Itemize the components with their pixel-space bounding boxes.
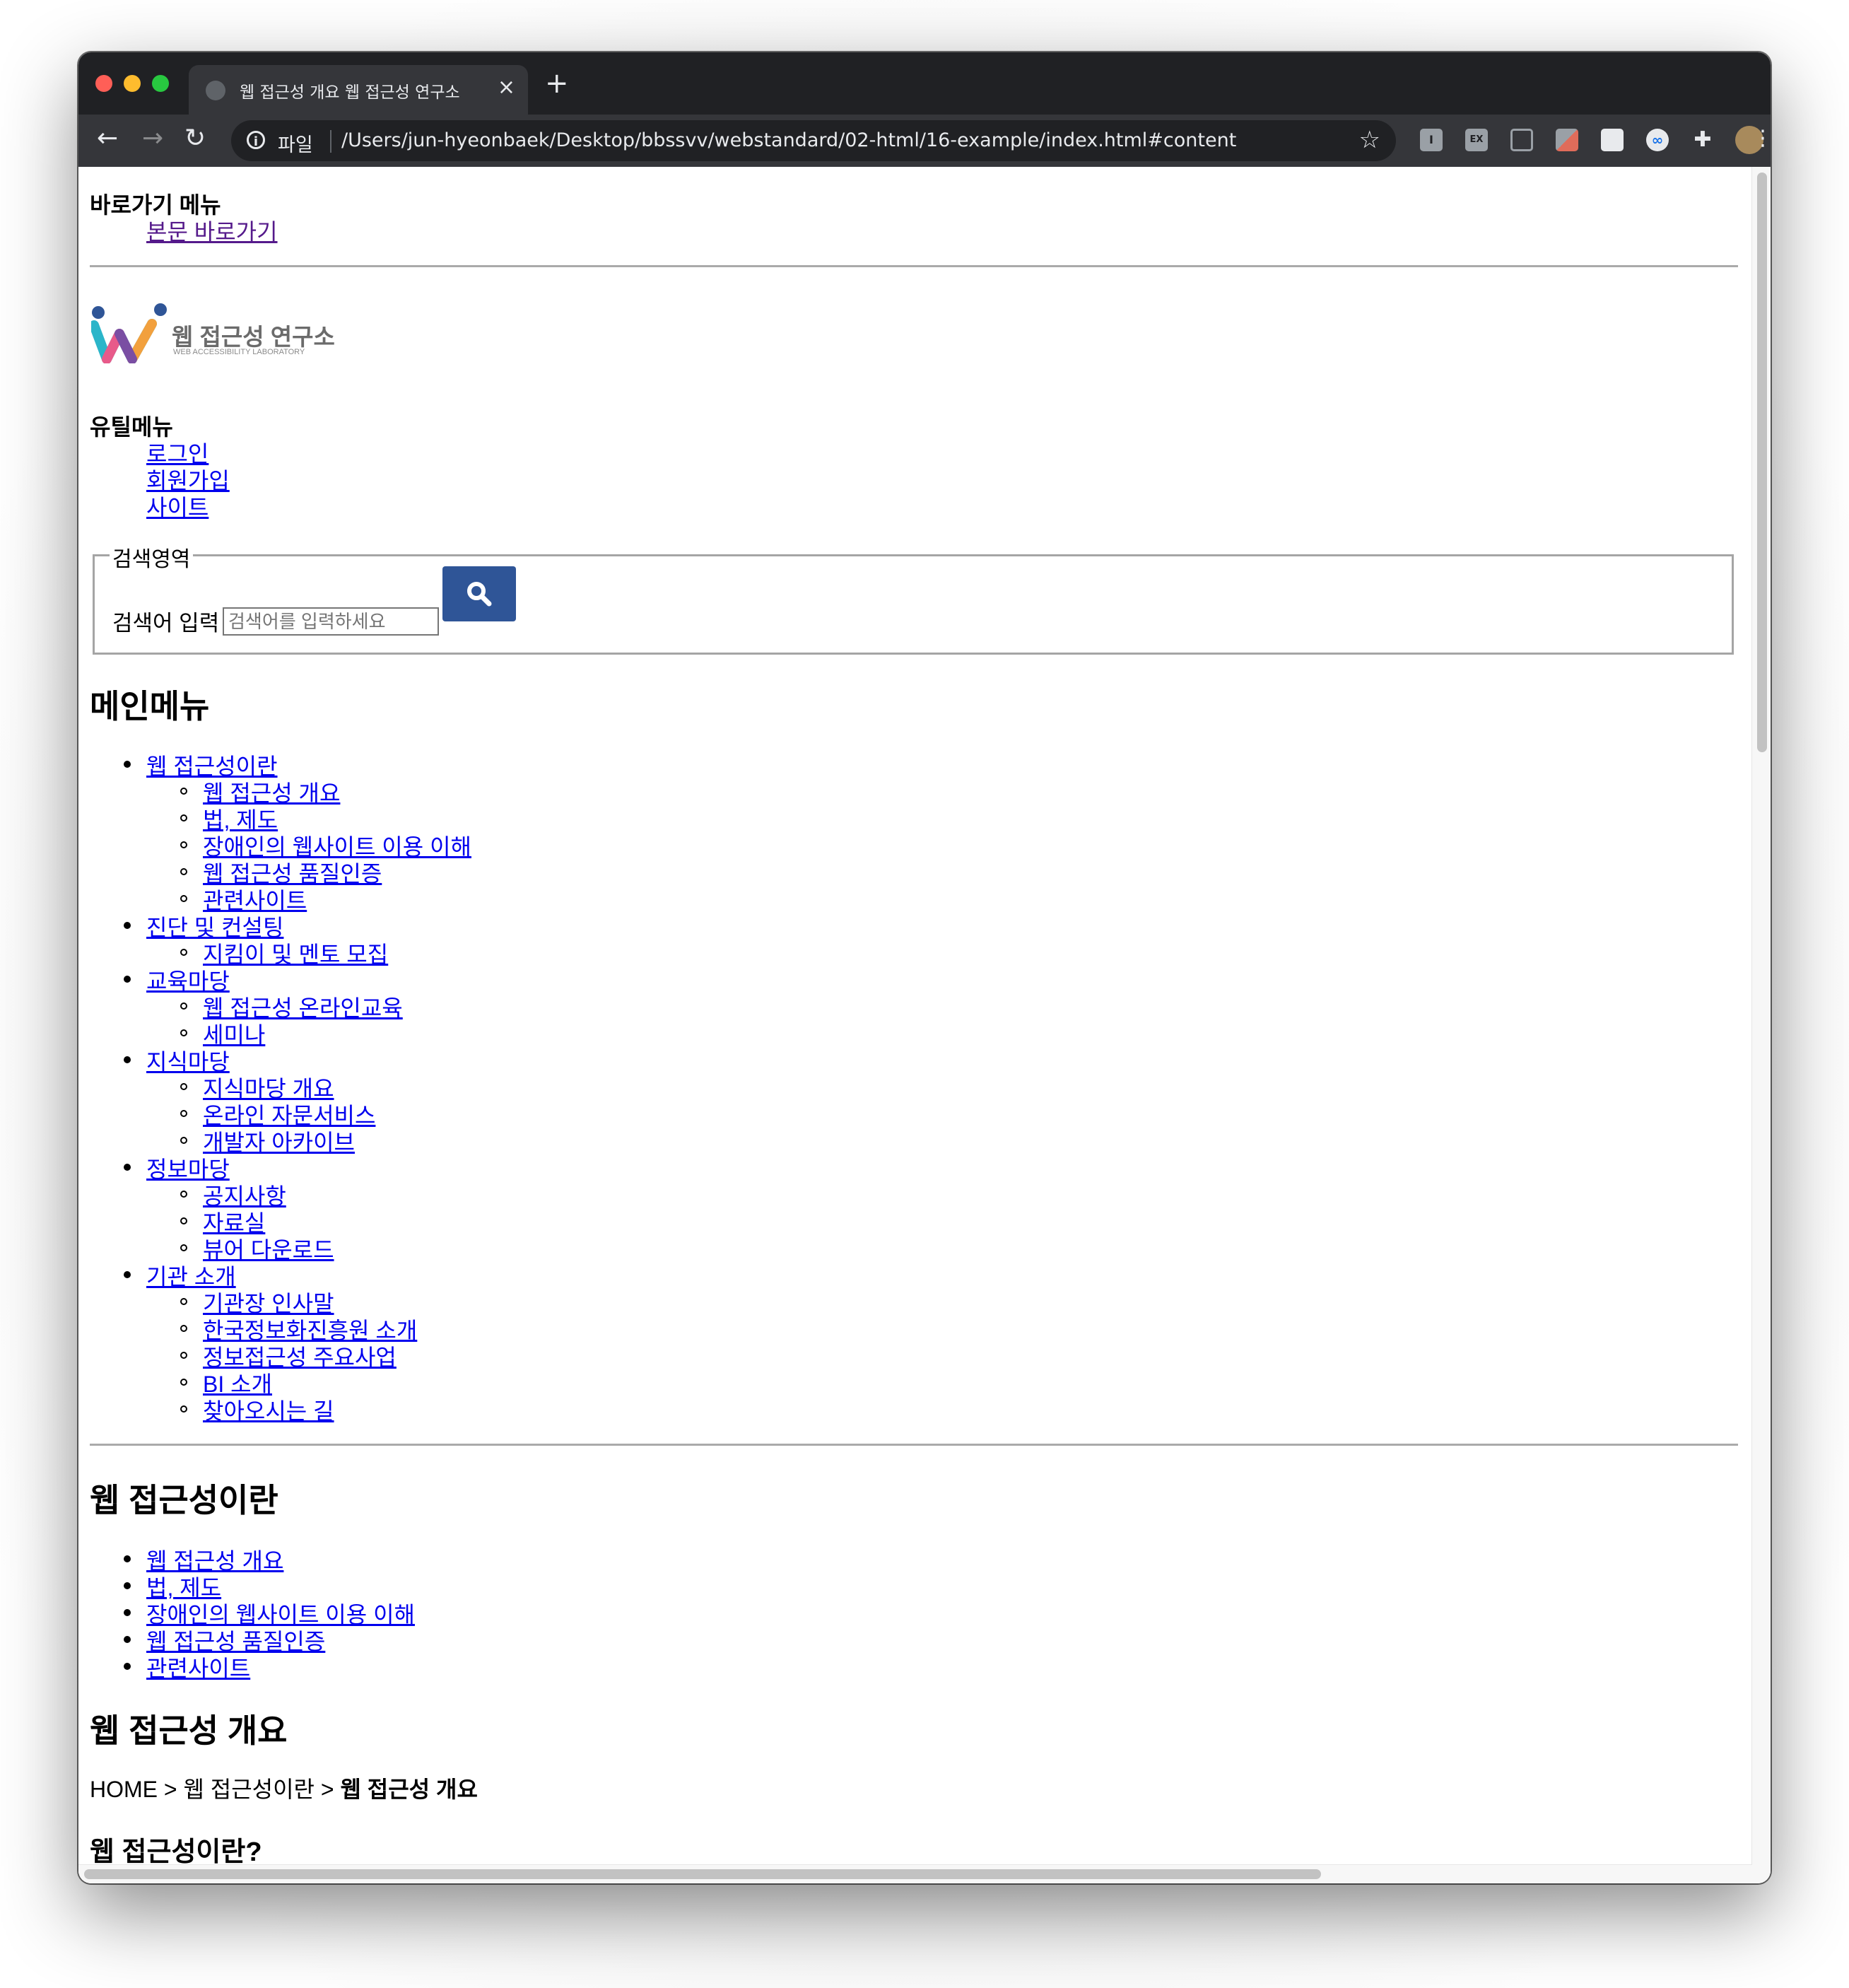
bullet-circle [180,1029,187,1036]
extension-screen-icon[interactable] [1601,129,1624,151]
forward-arrow-icon[interactable]: → [142,124,163,153]
bullet-circle [180,1325,187,1332]
vertical-scrollbar[interactable] [1751,167,1771,1883]
bullet [124,1609,131,1616]
search-button[interactable] [442,566,516,621]
logo-english-text: WEB ACCESSIBILITY LABORATORY [173,348,305,356]
back-arrow-icon[interactable]: ← [97,124,118,153]
search-legend: 검색영역 [110,542,194,573]
omnibox-divider [330,130,331,153]
extension-i-icon[interactable]: I [1420,129,1443,151]
bullet [124,1555,131,1562]
submenu-item[interactable]: 지킴이 및 멘토 모집 [203,937,388,969]
submenu-item[interactable]: 찾아오시는 길 [203,1393,334,1426]
close-tab-icon[interactable]: × [498,75,515,100]
breadcrumb: HOME > 웹 접근성이란 > 웹 접근성 개요 [90,1772,478,1804]
divider [90,265,1738,267]
bullet [124,1582,131,1589]
site-logo[interactable]: 웹 접근성 연구소 WEB ACCESSIBILITY LABORATORY [91,303,335,366]
reload-icon[interactable]: ↻ [184,124,206,153]
tab-active[interactable]: 웹 접근성 개요 웹 접근성 연구소 × [189,65,528,115]
globe-icon [206,81,225,100]
extension-infinity-icon[interactable]: ∞ [1646,129,1669,151]
search-icon [467,582,492,607]
bullet-circle [180,1002,187,1010]
bullet [124,976,131,983]
page-viewport: 바로가기 메뉴 본문 바로가기 웹 접근성 연구소 WEB ACCESSIBIL… [78,167,1771,1883]
bullet-circle [180,1244,187,1251]
logo-korean-text: 웹 접근성 연구소 [172,324,335,350]
divider [90,1444,1738,1446]
tab-title: 웹 접근성 개요 웹 접근성 연구소 [240,83,460,102]
logo-w-icon [91,303,167,363]
extension-palette-icon[interactable] [1556,129,1578,151]
minimize-window-button[interactable] [124,75,141,92]
bookmark-star-icon[interactable]: ☆ [1359,126,1380,154]
breadcrumb-separator: > [320,1777,334,1802]
breadcrumb-separator: > [163,1777,177,1802]
bullet-circle [180,1191,187,1198]
extensions-puzzle-icon[interactable]: ✚ [1691,129,1714,151]
bullet [124,1636,131,1643]
sub-menu-heading: 웹 접근성이란 [90,1482,278,1519]
bullet-circle [180,1137,187,1144]
breadcrumb-section: 웹 접근성이란 [183,1777,315,1802]
bullet-circle [180,1298,187,1305]
address-toolbar: ← → ↻ i 파일 /Users/jun-hyeonbaek/Desktop/… [78,115,1771,167]
bullet-circle [180,895,187,902]
util-link-site[interactable]: 사이트 [146,490,209,522]
sub-menu-link[interactable]: 관련사이트 [146,1651,250,1683]
breadcrumb-current: 웹 접근성 개요 [340,1777,478,1802]
zoom-window-button[interactable] [152,75,169,92]
url-text[interactable]: /Users/jun-hyeonbaek/Desktop/bbssvv/webs… [341,129,1236,151]
address-bar[interactable]: i 파일 /Users/jun-hyeonbaek/Desktop/bbssvv… [231,120,1396,161]
info-icon[interactable]: i [247,131,265,149]
bullet-circle [180,1352,187,1359]
bullet-circle [180,841,187,848]
scheme-label: 파일 [278,134,313,156]
bullet-circle [180,1110,187,1117]
bullet-circle [180,814,187,821]
bullet-circle [180,788,187,795]
scrollbar-thumb[interactable] [1757,173,1767,752]
bullet-circle [180,1217,187,1224]
bullet-circle [180,1379,187,1386]
section-heading: 웹 접근성이란? [90,1837,262,1867]
horizontal-scrollbar[interactable] [78,1864,1752,1883]
page-title: 웹 접근성 개요 [90,1712,288,1749]
breadcrumb-home: HOME [90,1777,158,1802]
main-menu-heading: 메인메뉴 [90,688,210,725]
close-window-button[interactable] [95,75,112,92]
bullet [124,1056,131,1063]
browser-window: 웹 접근성 개요 웹 접근성 연구소 × + ← → ↻ i 파일 /Users… [78,52,1771,1883]
bullet [124,1164,131,1171]
bullet [124,1663,131,1670]
skip-to-content-link[interactable]: 본문 바로가기 [146,214,278,247]
scrollbar-thumb[interactable] [84,1869,1321,1879]
bullet [124,1271,131,1278]
bullet-circle [180,949,187,956]
menu-kebab-icon[interactable]: ⋮ [1752,124,1771,153]
new-tab-button[interactable]: + [545,69,569,98]
bullet-circle [180,868,187,875]
bullet [124,922,131,929]
tab-bar: 웹 접근성 개요 웹 접근성 연구소 × + [78,52,1771,115]
extension-window-icon[interactable] [1510,129,1533,151]
bullet [124,761,131,768]
extension-ex-icon[interactable]: EX [1465,129,1488,151]
search-input[interactable] [223,607,439,636]
bullet-circle [180,1083,187,1090]
search-fieldset [93,554,1734,655]
bullet-circle [180,1405,187,1413]
search-label: 검색어 입력 [112,611,220,636]
